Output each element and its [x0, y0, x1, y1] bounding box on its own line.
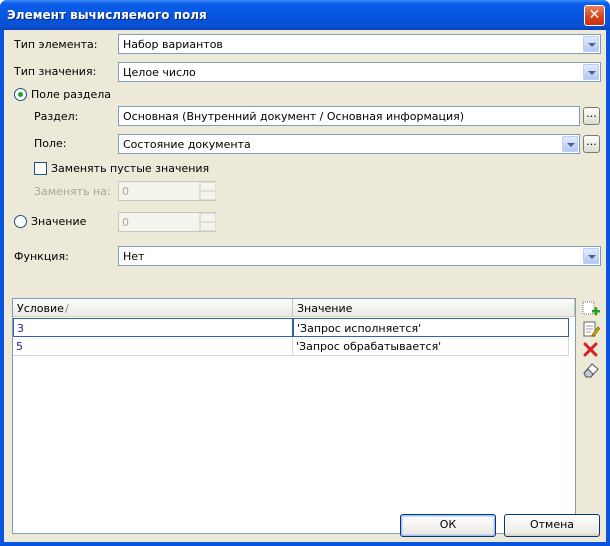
replace-with-label: Заменять на: [34, 185, 111, 198]
spin-down-icon [200, 222, 216, 231]
replace-with-value: 0 [122, 185, 129, 198]
value-type-label: Тип значения: [14, 65, 97, 78]
value-type-value: Целое число [123, 66, 196, 79]
column-header-value-label: Значение [297, 302, 353, 315]
function-label: Функция: [14, 250, 69, 263]
column-header-condition[interactable]: Условие / [13, 299, 293, 317]
add-row-button[interactable] [581, 300, 601, 320]
conditions-grid[interactable]: Условие / Значение 3 'Запрос исполняется… [12, 298, 576, 534]
function-value: Нет [123, 250, 145, 263]
title-bar[interactable]: Элемент вычисляемого поля ✕ [0, 0, 610, 30]
delete-row-button[interactable] [581, 340, 601, 360]
table-row-cell[interactable]: 'Запрос исполняется' [293, 318, 569, 337]
sort-indicator-icon: / [65, 302, 69, 315]
section-field-radio-label: Поле раздела [31, 88, 112, 101]
cancel-button[interactable]: Отмена [504, 514, 600, 537]
element-type-label: Тип элемента: [14, 38, 98, 51]
field-browse-button[interactable]: ... [583, 135, 600, 153]
dialog-body: Тип элемента: Набор вариантов Тип значен… [4, 30, 606, 542]
add-row-icon [582, 301, 600, 316]
spin-up-icon [200, 182, 216, 191]
value-spinner: 0 [118, 212, 216, 232]
spin-down-icon [200, 191, 216, 200]
spinner-buttons [199, 182, 216, 200]
edit-row-icon [583, 321, 601, 338]
section-value: Основная (Внутренний документ / Основная… [123, 110, 465, 123]
replace-empty-label: Заменять пустые значения [51, 162, 210, 175]
table-row-cell[interactable]: 'Запрос обрабатывается' [293, 337, 569, 356]
chevron-down-icon[interactable] [583, 248, 599, 264]
section-label: Раздел: [34, 110, 79, 123]
function-select[interactable]: Нет [118, 246, 601, 266]
edit-row-button[interactable] [581, 320, 601, 340]
value-type-select[interactable]: Целое число [118, 62, 601, 82]
table-row-cell[interactable]: 5 [13, 337, 293, 356]
condition-value: 3 [17, 322, 24, 335]
value-radio-label: Значение [31, 215, 87, 228]
condition-value: 5 [16, 340, 23, 353]
section-browse-button[interactable]: ... [583, 107, 600, 125]
element-type-select[interactable]: Набор вариантов [118, 34, 601, 54]
dialog-window: Элемент вычисляемого поля ✕ Тип элемента… [0, 0, 610, 546]
delete-row-icon [583, 342, 598, 357]
eraser-icon [583, 363, 599, 378]
spin-up-icon [200, 213, 216, 222]
table-row-cell[interactable]: 3 [13, 318, 293, 337]
section-field-radio[interactable] [14, 88, 27, 101]
replace-with-spinner: 0 [118, 181, 216, 201]
element-type-value: Набор вариантов [123, 38, 223, 51]
ok-button[interactable]: ОК [400, 514, 496, 537]
column-header-condition-label: Условие [17, 302, 64, 315]
spinner-buttons [199, 213, 216, 231]
chevron-down-icon[interactable] [583, 64, 599, 80]
window-title: Элемент вычисляемого поля [7, 8, 207, 22]
section-field[interactable]: Основная (Внутренний документ / Основная… [118, 106, 580, 126]
field-value: Состояние документа [123, 138, 251, 151]
chevron-down-icon[interactable] [583, 36, 599, 52]
column-header-value[interactable]: Значение [293, 299, 575, 317]
replace-empty-checkbox[interactable] [34, 162, 47, 175]
value-text: 'Запрос обрабатывается' [296, 340, 442, 353]
value-radio[interactable] [14, 215, 27, 228]
field-select[interactable]: Состояние документа [118, 134, 580, 154]
clear-button[interactable] [581, 360, 601, 380]
chevron-down-icon[interactable] [562, 136, 578, 152]
field-label: Поле: [34, 137, 67, 150]
value-text: 'Запрос исполняется' [297, 322, 422, 335]
value-spinner-value: 0 [122, 216, 129, 229]
close-button[interactable]: ✕ [584, 5, 605, 26]
